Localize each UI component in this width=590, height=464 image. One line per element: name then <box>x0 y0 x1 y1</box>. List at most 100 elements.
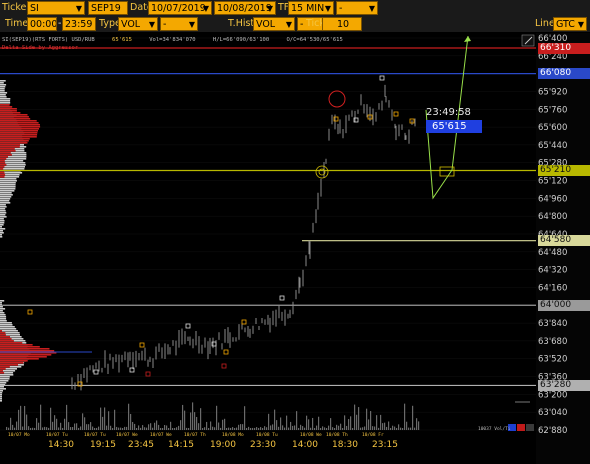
price-chart[interactable]: 66'40066'24066'08065'92065'76065'60065'4… <box>0 33 590 464</box>
date-axis-label: 10/07 Mo <box>8 433 30 438</box>
tf-extra-select[interactable]: - ▼ <box>336 1 378 15</box>
trade-marker <box>28 310 32 314</box>
volume-bar <box>408 428 409 430</box>
volume-bar <box>320 428 321 430</box>
trade-marker <box>242 320 246 324</box>
ticker-select[interactable]: SI ▼ <box>27 1 85 15</box>
profile-bar <box>0 200 9 202</box>
volume-bar <box>234 428 235 430</box>
volume-bar <box>414 428 415 430</box>
volume-bar <box>216 406 217 430</box>
volume-bar <box>16 422 17 430</box>
volume-bar <box>14 428 15 430</box>
time-axis-label: 19:00 <box>210 440 236 450</box>
profile-bar <box>0 82 4 84</box>
profile-bar <box>0 218 4 220</box>
volume-bar <box>18 410 19 430</box>
tick-field[interactable]: 10 <box>322 17 362 31</box>
type-select[interactable]: VOL ▼ <box>118 17 158 31</box>
marker-circle-yellow <box>316 166 328 178</box>
volume-bar <box>278 427 279 430</box>
profile-bar <box>0 302 2 304</box>
date-to-field[interactable]: 10/08/2019 ▼ <box>214 1 276 15</box>
profile-bar <box>0 320 7 322</box>
volume-bar <box>24 406 25 430</box>
level-label[interactable]: 64'580 <box>538 235 590 246</box>
volume-bar <box>376 415 377 430</box>
volume-bar <box>112 428 113 430</box>
profile-bar <box>0 344 33 346</box>
zoom-button[interactable] <box>526 424 534 431</box>
volume-bar <box>318 417 319 430</box>
volume-bar <box>274 410 275 430</box>
volume-bar <box>144 427 145 430</box>
chevron-down-icon: ▼ <box>149 18 155 31</box>
date-axis-label: 10/08 Tu <box>256 433 278 438</box>
volume-bar <box>176 427 177 430</box>
date-axis-label: 10/07 We <box>116 433 138 438</box>
profile-bar <box>0 308 5 310</box>
trade-marker <box>394 112 398 116</box>
volume-bar <box>282 425 283 430</box>
volume-bar <box>296 411 297 430</box>
level-label[interactable]: 66'310 <box>538 43 590 54</box>
profile-bar <box>0 110 17 112</box>
level-label[interactable]: 65'210 <box>538 165 590 176</box>
line-select[interactable]: GTC ▼ <box>553 17 587 31</box>
timeframe-select[interactable]: 15 MIN ▼ <box>288 1 334 15</box>
volume-bar <box>52 422 53 430</box>
price-axis-tick: 65'120 <box>538 177 567 187</box>
time-axis-label: 23:45 <box>128 440 154 450</box>
volume-bar <box>294 425 295 430</box>
type-extra-select[interactable]: - ▼ <box>160 17 198 31</box>
volume-bar <box>92 427 93 430</box>
volume-bar <box>272 424 273 430</box>
time-from-field[interactable]: 00:00 <box>27 17 57 31</box>
volume-bar <box>382 423 383 430</box>
contract-field[interactable]: SEP19 <box>88 1 128 15</box>
volume-bar <box>136 428 137 430</box>
profile-bar <box>0 140 29 142</box>
level-label[interactable]: 64'000 <box>538 300 590 311</box>
volume-bar <box>128 404 129 430</box>
profile-bar <box>0 230 3 232</box>
volume-bar <box>260 427 261 430</box>
thist-select[interactable]: VOL ▼ <box>253 17 295 31</box>
volume-bar <box>262 428 263 430</box>
profile-bar <box>0 314 6 316</box>
volume-bar <box>386 427 387 430</box>
profile-bar <box>0 132 37 134</box>
profile-bar <box>0 220 5 222</box>
time-to-field[interactable]: 23:59 <box>62 17 96 31</box>
chart-grid <box>0 38 536 430</box>
volume-bar <box>346 426 347 430</box>
volume-bar <box>254 428 255 430</box>
profile-bar <box>0 134 37 136</box>
volume-bar <box>398 424 399 430</box>
profile-bar <box>0 388 6 390</box>
level-label[interactable]: 63'280 <box>538 380 590 391</box>
volume-bar <box>350 416 351 430</box>
profile-bar <box>0 342 22 344</box>
volume-bar <box>366 409 367 430</box>
scroll-right-button[interactable] <box>517 424 525 431</box>
volume-bar <box>116 427 117 430</box>
level-label[interactable]: 66'080 <box>538 68 590 79</box>
volume-bar <box>64 419 65 430</box>
price-axis-tick: 63'040 <box>538 408 567 418</box>
date-from-field[interactable]: 10/07/2019 ▼ <box>148 1 212 15</box>
volume-bar <box>86 424 87 430</box>
chart-info-bar: SI(SEP19)(RTS FORTS) USD/RUB 65'615 Vol=… <box>2 37 343 43</box>
profile-bar <box>0 356 47 358</box>
volume-bar <box>26 415 27 430</box>
volume-bar <box>204 427 205 430</box>
profile-bar <box>0 184 16 186</box>
profile-bar <box>0 348 50 350</box>
profile-bar <box>0 360 28 362</box>
profile-bar <box>0 172 5 174</box>
volume-bar <box>66 405 67 430</box>
date-axis-label: 10/08 Mo <box>222 433 244 438</box>
volume-bar <box>118 428 119 430</box>
info-symbol: SI(SEP19)(RTS FORTS) USD/RUB <box>2 37 95 43</box>
volume-bar <box>22 427 23 430</box>
